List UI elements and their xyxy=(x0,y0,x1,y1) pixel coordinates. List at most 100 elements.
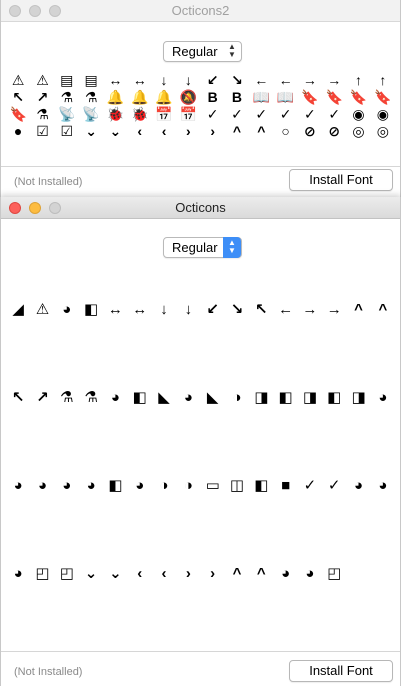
glyph-cell: ⌄ xyxy=(109,123,122,139)
octicons-window: Octicons Regular ▲ ▼ ◢ ⚠ ◕ ◧ ↔ ↔ ↓ ↓ ↙ ↘ ↖ ← → → ^ ^ ↖ ↗ ⚗ ⚗… xyxy=(0,197,401,686)
glyph-cell: ^ xyxy=(257,123,266,139)
glyph-cell: ↙ xyxy=(206,72,219,88)
style-select[interactable]: Regular ▲ ▼ xyxy=(163,41,242,62)
glyph-cell: ◰ xyxy=(59,565,74,582)
glyph-cell: ▤ xyxy=(84,72,98,88)
octicons2-window: Octicons2 Regular ▲ ▼ ⚠ ⚠ ▤ ▤ ↔ ↔ ↓ ↓ ↙ ↘ ← ← → → ↑ ↑ ↖ ↗ ⚗… xyxy=(0,0,401,197)
glyph-cell: ◢ xyxy=(12,301,24,318)
glyph-cell: ↔ xyxy=(132,72,147,88)
glyph-cell: ◫ xyxy=(229,477,245,494)
glyph-cell: ↔ xyxy=(107,301,123,318)
glyph-grid: ◢ ⚠ ◕ ◧ ↔ ↔ ↓ ↓ ↙ ↘ ↖ ← → → ^ ^ ↖ ↗ ⚗ ⚗ ◕ ◧ ◣ ◕ ◣ ◑ ◨ ◧ ◨ ◧ ◨ ◕ ◕ ◕ ◕ ◕ ◧ ◕ ◑ ◑… xyxy=(6,292,395,644)
glyph-cell: ☑ xyxy=(60,123,74,139)
glyph-cell: 🔔 xyxy=(155,89,173,105)
style-select[interactable]: Regular ▲ ▼ xyxy=(163,237,242,258)
glyph-cell: ↓ xyxy=(160,301,168,318)
glyph-cell: ◕ xyxy=(62,477,72,494)
glyph-cell: ■ xyxy=(281,477,291,494)
glyph-cell: ✓ xyxy=(206,106,219,122)
glyph-cell: ⚗ xyxy=(36,106,49,122)
glyph-cell: ◎ xyxy=(352,123,365,139)
glyph-cell: ◧ xyxy=(108,477,123,494)
window-title: Octicons2 xyxy=(171,3,230,18)
glyph-grid: ⚠ ⚠ ▤ ▤ ↔ ↔ ↓ ↓ ↙ ↘ ← ← → → ↑ ↑ ↖ ↗ ⚗ ⚗ 🔔 🔔 🔔 🔕 B B 📖 📖 🔖 🔖 🔖 🔖 🔖 ⚗ 📡 📡 🐞 🐞 📅 📅… xyxy=(6,72,395,140)
install-font-button[interactable]: Install Font xyxy=(289,169,393,191)
glyph-cell: ‹ xyxy=(137,565,143,582)
glyph-cell: 🐞 xyxy=(131,106,149,122)
install-font-button[interactable]: Install Font xyxy=(289,660,393,682)
glyph-cell: ◣ xyxy=(158,389,170,406)
glyph-cell: ↖ xyxy=(254,301,268,318)
glyph-cell: ↔ xyxy=(132,301,148,318)
glyph-cell: ✓ xyxy=(255,106,268,122)
glyph-cell: ⚠ xyxy=(36,72,49,88)
select-arrows-icon: ▲ ▼ xyxy=(228,42,236,59)
glyph-cell: ✓ xyxy=(231,106,243,122)
glyph-cell: ◕ xyxy=(110,389,120,406)
glyph-cell: → xyxy=(302,72,317,88)
glyph-cell: → xyxy=(326,301,342,318)
glyph-cell: 📖 xyxy=(276,89,295,105)
glyph-cell: ◣ xyxy=(206,389,219,406)
glyph-cell: ‹ xyxy=(137,123,143,139)
install-status: (Not Installed) xyxy=(14,176,83,188)
glyph-cell: ↘ xyxy=(230,301,244,318)
glyph-cell: ○ xyxy=(281,123,290,139)
glyph-cell: ◑ xyxy=(159,477,169,494)
window-title: Octicons xyxy=(175,200,226,215)
glyph-cell: ◕ xyxy=(135,477,145,494)
glyph-cell: ↓ xyxy=(160,72,168,88)
glyph-cell: ⚠ xyxy=(35,301,50,318)
glyph-cell: ⚗ xyxy=(60,89,74,105)
glyph-cell: ◕ xyxy=(354,477,364,494)
glyph-cell: ⌄ xyxy=(109,565,122,582)
glyph-cell: › xyxy=(185,565,191,582)
glyph-cell: 🔖 xyxy=(9,106,27,122)
glyph-cell: ◎ xyxy=(376,123,389,139)
glyph-cell: ↖ xyxy=(12,89,25,105)
glyph-cell: ◕ xyxy=(281,565,291,582)
title-bar: Octicons xyxy=(1,197,400,219)
glyph-cell: ◕ xyxy=(183,389,193,406)
glyph-cell: ↔ xyxy=(108,72,123,88)
glyph-cell: 📅 xyxy=(155,106,173,122)
glyph-cell: ‹ xyxy=(161,565,167,582)
glyph-cell: 🔔 xyxy=(106,89,125,105)
glyph-cell: 🔖 xyxy=(374,89,392,105)
glyph-cell: ◰ xyxy=(35,565,50,582)
glyph-cell: ↗ xyxy=(36,389,49,406)
glyph-cell: ◨ xyxy=(302,389,317,406)
glyph-cell: ^ xyxy=(354,301,363,318)
glyph-cell: 🔖 xyxy=(325,89,343,105)
glyph-cell: ⌄ xyxy=(84,565,98,582)
glyph-cell: ◕ xyxy=(378,389,388,406)
divider xyxy=(1,166,400,167)
glyph-cell: ↑ xyxy=(355,72,363,88)
style-select-value: Regular xyxy=(172,44,218,59)
glyph-cell: › xyxy=(186,123,191,139)
glyph-cell: ⌄ xyxy=(85,123,97,139)
glyph-cell: ← xyxy=(278,72,293,88)
glyph-cell: ☑ xyxy=(36,123,49,139)
glyph-cell: ↓ xyxy=(184,301,193,318)
glyph-cell: ⚠ xyxy=(11,72,25,88)
glyph-cell: › xyxy=(210,123,215,139)
glyph-cell: ^ xyxy=(378,301,388,318)
glyph-cell: 🔖 xyxy=(301,89,319,105)
glyph-cell: ◕ xyxy=(378,477,388,494)
glyph-cell: ◕ xyxy=(62,301,72,318)
glyph-cell: 🔖 xyxy=(349,89,368,105)
glyph-cell: ◕ xyxy=(37,477,47,494)
glyph-cell: ✓ xyxy=(279,106,292,122)
glyph-cell: ^ xyxy=(232,565,242,582)
glyph-cell: ✓ xyxy=(303,477,317,494)
glyph-cell: 🔕 xyxy=(179,89,198,105)
glyph-cell: ‹ xyxy=(161,123,167,139)
glyph-cell: ✓ xyxy=(304,106,316,122)
glyph-cell: ▤ xyxy=(60,72,74,88)
glyph-cell: ◑ xyxy=(232,389,242,406)
glyph-cell: ↗ xyxy=(36,89,49,105)
glyph-cell: → xyxy=(302,301,318,318)
glyph-cell: ✓ xyxy=(327,477,341,494)
glyph-cell: B xyxy=(231,89,243,105)
